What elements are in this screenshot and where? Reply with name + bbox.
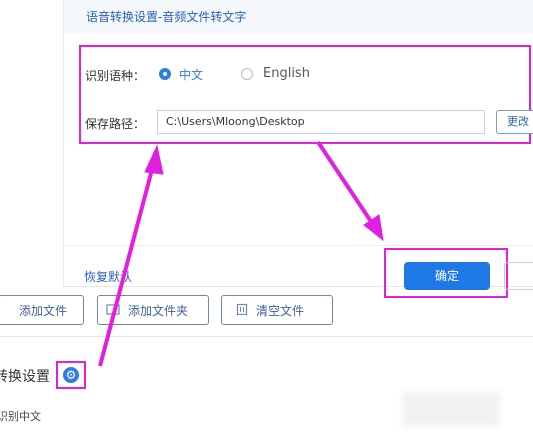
- arrow-down-line: [316, 140, 376, 228]
- annotation-arrows: [98, 140, 384, 367]
- arrow-up-line: [98, 161, 156, 367]
- arrow-up-head: [144, 144, 164, 175]
